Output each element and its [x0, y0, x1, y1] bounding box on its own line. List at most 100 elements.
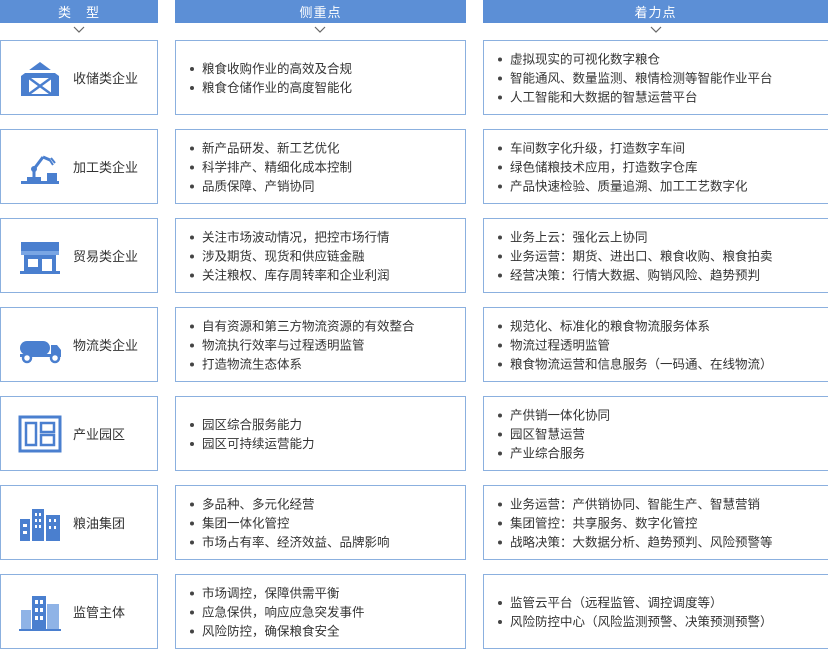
table-row: 产业园区 园区综合服务能力 园区可持续运营能力 产供销一体化协同 园区智慧运营 产业综…: [0, 396, 828, 473]
table-row: 贸易类企业 关注市场波动情况，把控市场行情 涉及期货、现货和供应链金融 关注粮权、库…: [0, 218, 828, 295]
list-item: 集团管控：共享服务、数字化管控: [498, 513, 822, 532]
effort-cell: 虚拟现实的可视化数字粮仓 智能通风、数量监测、粮情检测等智能作业平台 人工智能和大数…: [483, 40, 828, 115]
effort-list: 车间数字化升级，打造数字车间 绿色储粮技术应用，打造数字仓库 产品快速检验、质量追溯…: [498, 138, 822, 195]
barn-icon: [21, 61, 59, 96]
list-item: 科学排产、精细化成本控制: [190, 157, 459, 176]
list-item: 品质保障、产销协同: [190, 176, 459, 195]
focus-cell: 粮食收购作业的高效及合规 粮食仓储作业的高度智能化: [175, 40, 466, 115]
storefront-icon: [20, 241, 60, 274]
list-item: 产品快速检验、质量追溯、加工工艺数字化: [498, 176, 822, 195]
category-label: 加工类企业: [73, 161, 139, 176]
effort-cell: 规范化、标准化的粮食物流服务体系 物流过程透明监管 粮食物流运营和信息服务（一码通、…: [483, 307, 828, 382]
list-item: 园区可持续运营能力: [190, 434, 459, 453]
list-item: 多品种、多元化经营: [190, 494, 459, 513]
category-label: 贸易类企业: [73, 250, 139, 265]
table-row: 加工类企业 新产品研发、新工艺优化 科学排产、精细化成本控制 品质保障、产销协同 车…: [0, 129, 828, 206]
category-cell: 监管主体: [0, 574, 158, 649]
list-item: 物流执行效率与过程透明监管: [190, 335, 459, 354]
list-item: 风险防控中心（风险监测预警、决策预测预警）: [498, 612, 822, 631]
list-item: 粮食仓储作业的高度智能化: [190, 78, 459, 97]
category-cell: 贸易类企业: [0, 218, 158, 293]
list-item: 产供销一体化协同: [498, 405, 822, 424]
header-effort: 着力点: [483, 0, 828, 23]
category-label: 物流类企业: [73, 339, 139, 354]
list-item: 新产品研发、新工艺优化: [190, 138, 459, 157]
list-item: 规范化、标准化的粮食物流服务体系: [498, 316, 822, 335]
table-row: 收储类企业 粮食收购作业的高效及合规 粮食仓储作业的高度智能化 虚拟现实的可视化数…: [0, 40, 828, 117]
list-item: 园区综合服务能力: [190, 415, 459, 434]
tanker-truck-icon: [20, 340, 61, 363]
focus-list: 关注市场波动情况，把控市场行情 涉及期货、现货和供应链金融 关注粮权、库存周转率和企…: [190, 227, 459, 284]
list-item: 物流过程透明监管: [498, 335, 822, 354]
effort-cell: 业务上云：强化云上协同 业务运营：期货、进出口、粮食收购、粮食拍卖 经营决策：行情大…: [483, 218, 828, 293]
list-item: 应急保供，响应应急突发事件: [190, 602, 459, 621]
category-label: 监管主体: [73, 606, 126, 621]
table-row: 粮油集团 多品种、多元化经营 集团一体化管控 市场占有率、经济效益、品牌影响 业务运…: [0, 485, 828, 562]
chevron-down-icon: [314, 26, 326, 33]
chevron-down-icon: [650, 26, 662, 33]
focus-list: 市场调控，保障供需平衡 应急保供，响应应急突发事件 风险防控，确保粮食安全: [190, 583, 459, 640]
focus-cell: 园区综合服务能力 园区可持续运营能力: [175, 396, 466, 471]
park-layout-icon: [18, 415, 62, 452]
table-row: 监管主体 市场调控，保障供需平衡 应急保供，响应应急突发事件 风险防控，确保粮食安全…: [0, 574, 828, 651]
list-item: 产业综合服务: [498, 443, 822, 462]
list-item: 经营决策：行情大数据、购销风险、趋势预判: [498, 265, 822, 284]
effort-list: 产供销一体化协同 园区智慧运营 产业综合服务: [498, 405, 822, 462]
list-item: 业务运营：产供销协同、智能生产、智慧营销: [498, 494, 822, 513]
focus-cell: 多品种、多元化经营 集团一体化管控 市场占有率、经济效益、品牌影响: [175, 485, 466, 560]
robot-arm-icon: [21, 155, 59, 184]
category-label: 粮油集团: [73, 517, 126, 532]
list-item: 市场调控，保障供需平衡: [190, 583, 459, 602]
list-item: 虚拟现实的可视化数字粮仓: [498, 49, 822, 68]
effort-list: 监管云平台（远程监管、调控调度等） 风险防控中心（风险监测预警、决策预测预警）: [498, 593, 822, 631]
list-item: 车间数字化升级，打造数字车间: [498, 138, 822, 157]
focus-cell: 市场调控，保障供需平衡 应急保供，响应应急突发事件 风险防控，确保粮食安全: [175, 574, 466, 649]
effort-cell: 监管云平台（远程监管、调控调度等） 风险防控中心（风险监测预警、决策预测预警）: [483, 574, 828, 649]
list-item: 关注市场波动情况，把控市场行情: [190, 227, 459, 246]
list-item: 粮食物流运营和信息服务（一码通、在线物流）: [498, 354, 822, 373]
list-item: 粮食收购作业的高效及合规: [190, 59, 459, 78]
list-item: 战略决策：大数据分析、趋势预判、风险预警等: [498, 532, 822, 551]
city-buildings-icon: [20, 508, 60, 541]
focus-cell: 关注市场波动情况，把控市场行情 涉及期货、现货和供应链金融 关注粮权、库存周转率和企…: [175, 218, 466, 293]
category-label: 产业园区: [73, 428, 126, 443]
category-cell: 加工类企业: [0, 129, 158, 204]
category-cell: 收储类企业: [0, 40, 158, 115]
list-item: 关注粮权、库存周转率和企业利润: [190, 265, 459, 284]
government-building-icon: [19, 595, 61, 631]
list-item: 业务上云：强化云上协同: [498, 227, 822, 246]
list-item: 人工智能和大数据的智慧运营平台: [498, 87, 822, 106]
list-item: 风险防控，确保粮食安全: [190, 621, 459, 640]
focus-list: 多品种、多元化经营 集团一体化管控 市场占有率、经济效益、品牌影响: [190, 494, 459, 551]
effort-list: 业务运营：产供销协同、智能生产、智慧营销 集团管控：共享服务、数字化管控 战略决策：…: [498, 494, 822, 551]
focus-cell: 自有资源和第三方物流资源的有效整合 物流执行效率与过程透明监管 打造物流生态体系: [175, 307, 466, 382]
category-cell: 产业园区: [0, 396, 158, 471]
focus-list: 新产品研发、新工艺优化 科学排产、精细化成本控制 品质保障、产销协同: [190, 138, 459, 195]
effort-cell: 业务运营：产供销协同、智能生产、智慧营销 集团管控：共享服务、数字化管控 战略决策：…: [483, 485, 828, 560]
effort-cell: 产供销一体化协同 园区智慧运营 产业综合服务: [483, 396, 828, 471]
list-item: 涉及期货、现货和供应链金融: [190, 246, 459, 265]
list-item: 监管云平台（远程监管、调控调度等）: [498, 593, 822, 612]
table-row: 物流类企业 自有资源和第三方物流资源的有效整合 物流执行效率与过程透明监管 打造物流…: [0, 307, 828, 384]
list-item: 市场占有率、经济效益、品牌影响: [190, 532, 459, 551]
effort-list: 规范化、标准化的粮食物流服务体系 物流过程透明监管 粮食物流运营和信息服务（一码通、…: [498, 316, 822, 373]
list-item: 绿色储粮技术应用，打造数字仓库: [498, 157, 822, 176]
effort-cell: 车间数字化升级，打造数字车间 绿色储粮技术应用，打造数字仓库 产品快速检验、质量追溯…: [483, 129, 828, 204]
header-focus: 侧重点: [175, 0, 466, 23]
focus-list: 园区综合服务能力 园区可持续运营能力: [190, 415, 459, 453]
list-item: 智能通风、数量监测、粮情检测等智能作业平台: [498, 68, 822, 87]
list-item: 园区智慧运营: [498, 424, 822, 443]
focus-cell: 新产品研发、新工艺优化 科学排产、精细化成本控制 品质保障、产销协同: [175, 129, 466, 204]
chevron-down-icon: [73, 26, 85, 33]
list-item: 业务运营：期货、进出口、粮食收购、粮食拍卖: [498, 246, 822, 265]
list-item: 打造物流生态体系: [190, 354, 459, 373]
focus-list: 粮食收购作业的高效及合规 粮食仓储作业的高度智能化: [190, 59, 459, 97]
category-cell: 物流类企业: [0, 307, 158, 382]
category-cell: 粮油集团: [0, 485, 158, 560]
effort-list: 虚拟现实的可视化数字粮仓 智能通风、数量监测、粮情检测等智能作业平台 人工智能和大数…: [498, 49, 822, 106]
focus-list: 自有资源和第三方物流资源的有效整合 物流执行效率与过程透明监管 打造物流生态体系: [190, 316, 459, 373]
category-label: 收储类企业: [73, 72, 139, 87]
header-type: 类 型: [0, 0, 158, 23]
list-item: 集团一体化管控: [190, 513, 459, 532]
list-item: 自有资源和第三方物流资源的有效整合: [190, 316, 459, 335]
